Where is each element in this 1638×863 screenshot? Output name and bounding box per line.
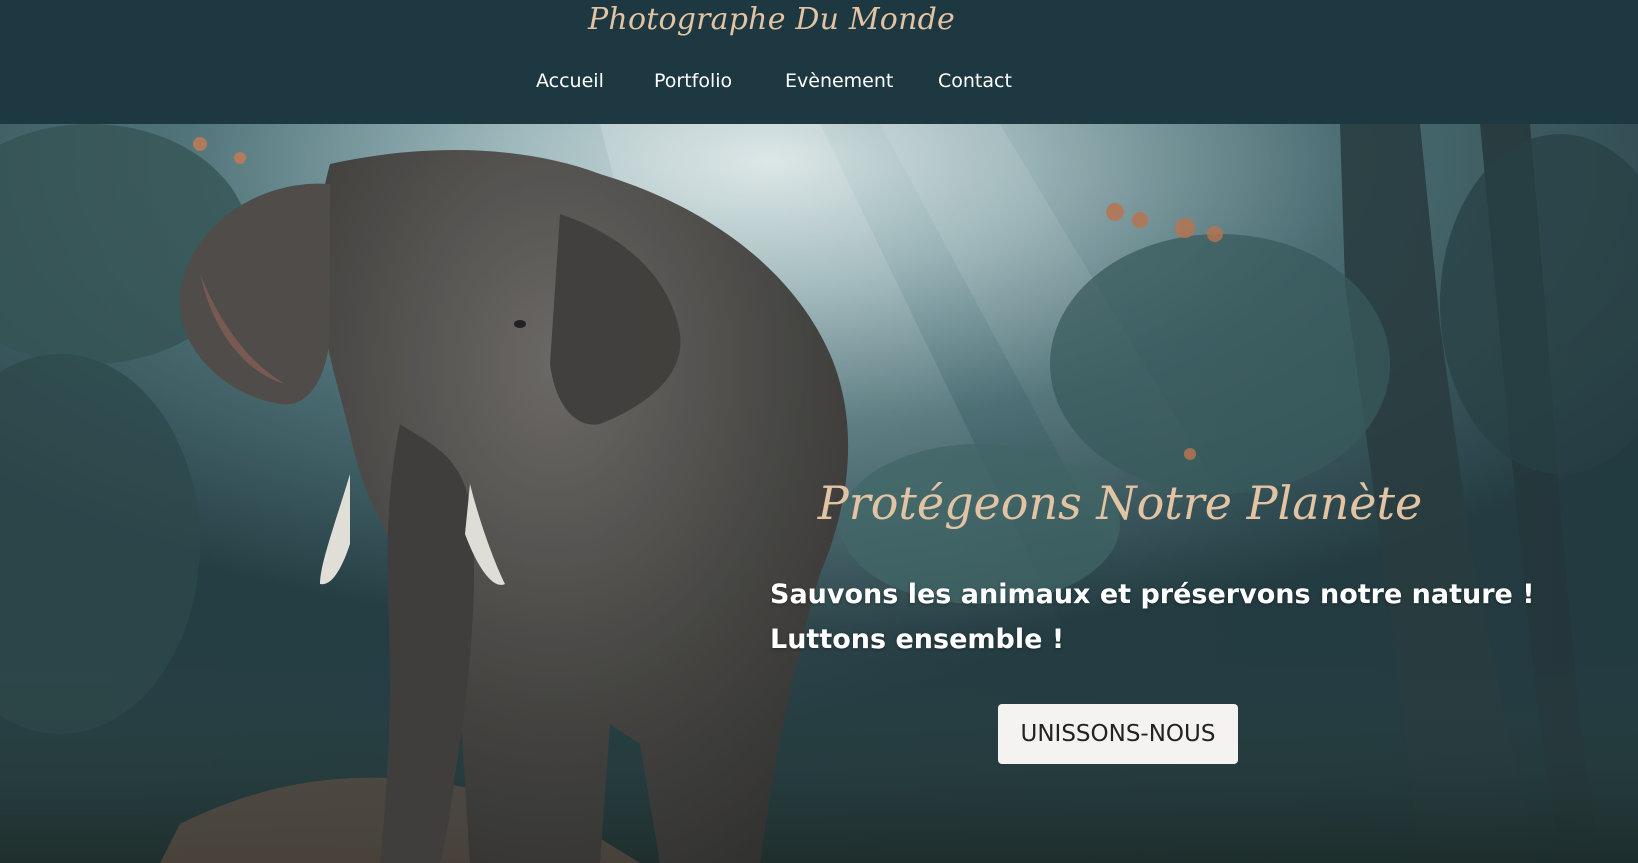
nav-link-portfolio[interactable]: Portfolio [654, 70, 732, 92]
join-us-button[interactable]: UNISSONS-NOUS [998, 704, 1238, 764]
hero-section: Protégeons Notre Planète Sauvons les ani… [0, 124, 1638, 863]
main-nav: Accueil Portfolio Evènement Contact [0, 70, 1638, 100]
site-header: Photographe Du Monde Accueil Portfolio E… [0, 0, 1638, 124]
site-brand[interactable]: Photographe Du Monde [0, 2, 1543, 37]
nav-link-contact[interactable]: Contact [938, 70, 1012, 92]
nav-link-accueil[interactable]: Accueil [536, 70, 604, 92]
hero-subtitle-line-1: Sauvons les animaux et préservons notre … [770, 579, 1535, 610]
hero-subtitle-line-2: Luttons ensemble ! [770, 624, 1065, 655]
hero-subtitle: Sauvons les animaux et préservons notre … [770, 572, 1535, 662]
hero-title: Protégeons Notre Planète [817, 476, 1423, 530]
nav-link-evenement[interactable]: Evènement [785, 70, 893, 92]
